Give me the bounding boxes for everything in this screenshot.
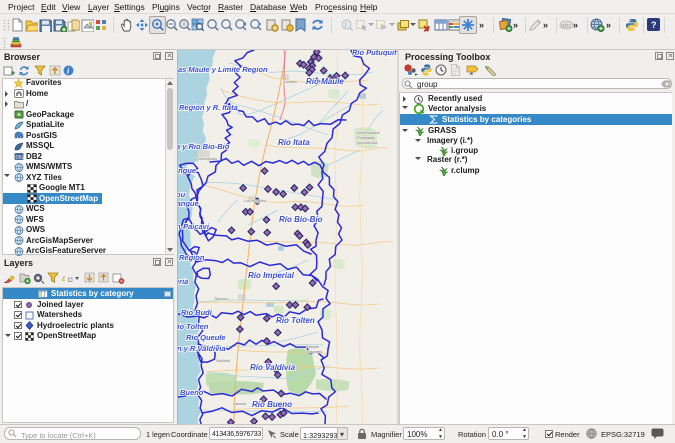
svg-text:Río Tolten: Río Tolten [178, 322, 209, 331]
svg-text:DB2: DB2 [16, 155, 25, 160]
svg-text:Volcanes: Volcanes [306, 349, 322, 354]
svg-text:n-Paicavi: n-Paicavi [178, 222, 210, 231]
svg-text:Region y R. Itata: Region y R. Itata [179, 103, 238, 112]
svg-text:nangue: nangue [178, 199, 199, 208]
svg-text:?: ? [651, 20, 657, 30]
svg-text:Río Bueno: Río Bueno [252, 400, 292, 409]
svg-text:angue: angue [178, 166, 196, 175]
svg-text:as Maule y Limite Region: as Maule y Limite Region [178, 65, 268, 74]
svg-text:Río Valdivia: Río Valdivia [250, 363, 296, 372]
svg-text:Río Imperial: Río Imperial [248, 271, 295, 280]
svg-text:eria: eria [178, 277, 188, 286]
svg-text:Río Bio-Bio: Río Bio-Bio [279, 215, 323, 224]
svg-text:Los Ángeles: Los Ángeles [244, 198, 266, 203]
svg-text:i: i [345, 21, 347, 30]
svg-text:Temuco: Temuco [214, 296, 229, 301]
svg-text:Concepción: Concepción [196, 156, 217, 161]
svg-text:Río Queule: Río Queule [186, 333, 226, 342]
svg-text:n y R.Valdivia: n y R.Valdivia [178, 344, 226, 353]
svg-text:Linares: Linares [284, 79, 297, 84]
svg-text:ou: ou [178, 190, 186, 199]
svg-text:Río Budi: Río Budi [181, 308, 213, 317]
svg-text:porciúncula: porciúncula [357, 140, 378, 145]
svg-text:Río Putuquito: Río Putuquito [352, 50, 397, 57]
svg-text:abc: abc [561, 23, 572, 30]
svg-text:Valdivia: Valdivia [216, 358, 230, 363]
svg-text:ε: ε [62, 273, 66, 283]
svg-text:Region: Region [179, 253, 205, 262]
svg-text:Bueno: Bueno [180, 388, 204, 397]
svg-text:Río Maule: Río Maule [306, 77, 344, 86]
svg-text:a y Rio Bio-Bio: a y Rio Bio-Bio [178, 142, 230, 151]
svg-text:Río Tolten: Río Tolten [276, 316, 315, 325]
svg-text:Osorno: Osorno [233, 401, 247, 406]
svg-text:Río Itata: Río Itata [278, 138, 310, 147]
